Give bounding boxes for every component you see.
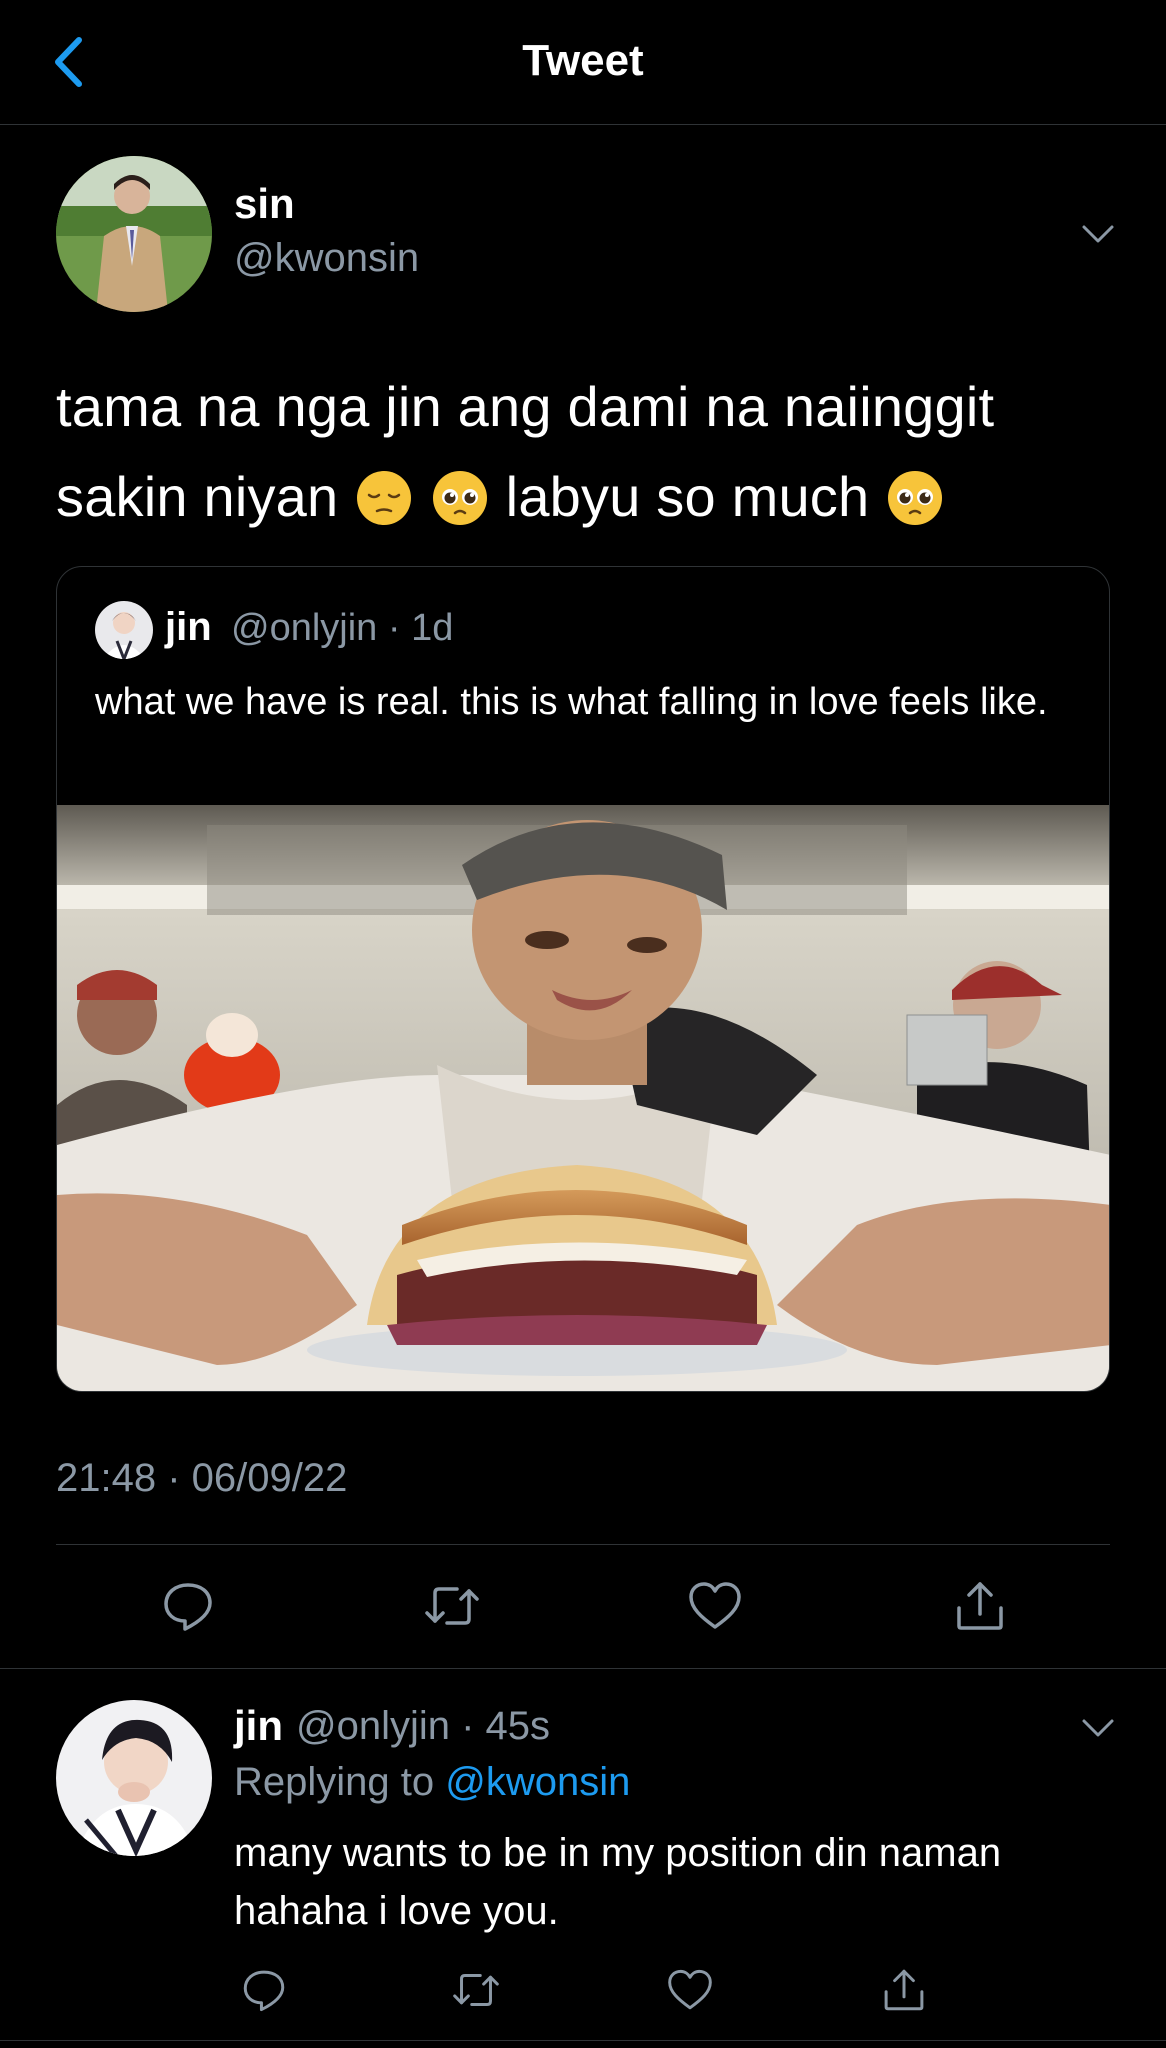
quoted-tweet[interactable]: jin @onlyjin · 1d what we have is real. … [56, 566, 1110, 1392]
top-bar: Tweet [0, 0, 1166, 125]
author-handle[interactable]: @kwonsin [234, 236, 419, 281]
quoted-author-name: jin [165, 605, 212, 649]
divider [0, 2040, 1166, 2041]
pleading-face-emoji [888, 471, 943, 525]
quoted-author-avatar [95, 601, 153, 659]
reply-button[interactable] [156, 1574, 220, 1638]
author-avatar[interactable] [56, 156, 212, 312]
reply-share-button[interactable] [872, 1958, 936, 2022]
share-icon [957, 1582, 1003, 1630]
reply-author-avatar[interactable] [56, 1700, 212, 1856]
reply-retweet-button[interactable] [444, 1958, 508, 2022]
author-name[interactable]: sin [234, 180, 295, 228]
tweet-text-line1: tama na nga jin ang dami na naiinggit [56, 375, 995, 438]
replying-to-label: Replying to [234, 1760, 435, 1804]
more-options-button[interactable] [1080, 216, 1116, 252]
tweet-text-line2-end: labyu so much [505, 465, 870, 528]
reply-author-handle[interactable]: @onlyjin · 45s [296, 1704, 550, 1749]
share-button[interactable] [948, 1574, 1012, 1638]
replying-to: Replying to @kwonsin [234, 1760, 630, 1805]
quoted-tweet-photo[interactable] [57, 805, 1109, 1391]
divider [0, 1668, 1166, 1669]
page-title: Tweet [522, 36, 644, 85]
heart-icon [668, 1969, 712, 2010]
replying-to-mention[interactable]: @kwonsin [445, 1760, 630, 1804]
reply-icon [243, 1970, 285, 2012]
retweet-button[interactable] [420, 1574, 484, 1638]
reply-icon [164, 1583, 212, 1631]
retweet-icon [425, 1587, 479, 1625]
quoted-author-handle: @onlyjin · 1d [231, 607, 454, 649]
pleading-face-emoji [432, 471, 487, 525]
tweet-text: tama na nga jin ang dami na naiinggit sa… [56, 362, 1116, 542]
reply-more-options-button[interactable] [1080, 1710, 1116, 1746]
pensive-face-emoji [357, 471, 412, 525]
share-icon [884, 1969, 924, 2011]
chevron-down-icon [1082, 1719, 1114, 1737]
heart-icon [689, 1582, 741, 1629]
divider [56, 1544, 1110, 1545]
reply-tweet[interactable]: jin @onlyjin · 45s Replying to @kwonsin … [56, 1700, 1116, 2020]
tweet-timestamp: 21:48 · 06/09/22 [56, 1456, 348, 1500]
like-button[interactable] [683, 1574, 747, 1638]
tweet-author: sin @kwonsin [56, 156, 1116, 316]
chevron-down-icon [1082, 225, 1114, 243]
reply-reply-button[interactable] [232, 1958, 296, 2022]
retweet-icon [453, 1974, 499, 2006]
quoted-tweet-text: what we have is real. this is what falli… [95, 681, 1048, 723]
reply-author-name[interactable]: jin [234, 1702, 283, 1750]
tweet-text-line2-start: sakin niyan [56, 465, 339, 528]
reply-like-button[interactable] [658, 1958, 722, 2022]
reply-text: many wants to be in my position din nama… [234, 1831, 1002, 1933]
